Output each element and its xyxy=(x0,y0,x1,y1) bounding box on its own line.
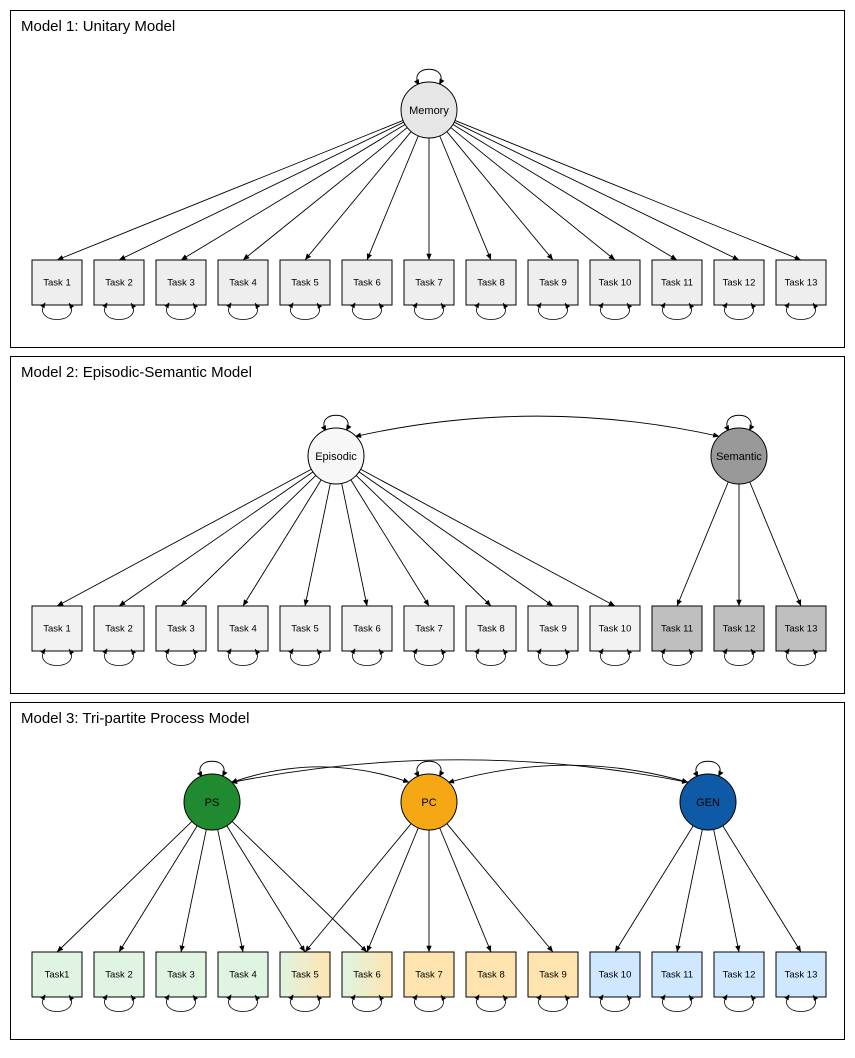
task-label: Task 9 xyxy=(539,624,566,635)
task-label: Task 10 xyxy=(599,278,632,289)
task-label: Task1 xyxy=(45,970,70,981)
task-label: Task 3 xyxy=(167,624,194,635)
task-label: Task 8 xyxy=(477,278,504,289)
task-label: Task 4 xyxy=(229,970,256,981)
task-label: Task 12 xyxy=(723,624,756,635)
model-panel: Model 3: Tri-partite Process Model PS PC GE… xyxy=(10,702,845,1040)
task-label: Task 8 xyxy=(477,624,504,635)
panel-title: Model 3: Tri-partite Process Model xyxy=(21,710,836,727)
task-label: Task 6 xyxy=(353,278,380,289)
task-label: Task 7 xyxy=(415,970,442,981)
task-label: Task 9 xyxy=(539,278,566,289)
task-label: Task 10 xyxy=(599,624,632,635)
task-label: Task 12 xyxy=(723,278,756,289)
model-svg: Episodic Semantic Task 1 Task 2 Task 3 Task 4… xyxy=(19,386,839,681)
task-label: Task 3 xyxy=(167,278,194,289)
task-label: Task 9 xyxy=(539,970,566,981)
task-label: Task 5 xyxy=(291,970,318,981)
task-label: Task 10 xyxy=(599,970,632,981)
task-label: Task 12 xyxy=(723,970,756,981)
panel-title: Model 2: Episodic-Semantic Model xyxy=(21,364,836,381)
task-label: Task 7 xyxy=(415,624,442,635)
task-label: Task 5 xyxy=(291,624,318,635)
task-label: Task 1 xyxy=(43,624,70,635)
factor-label: PS xyxy=(205,797,220,809)
task-label: Task 13 xyxy=(785,970,818,981)
task-label: Task 1 xyxy=(43,278,70,289)
task-label: Task 6 xyxy=(353,624,380,635)
model-panel: Model 2: Episodic-Semantic Model Episodic… xyxy=(10,356,845,694)
task-label: Task 5 xyxy=(291,278,318,289)
model-svg: Memory Task 1 Task 2 Task 3 Task 4 Task 5 Task… xyxy=(19,40,839,335)
factor-label: Memory xyxy=(409,105,449,117)
factor-label: Semantic xyxy=(716,451,762,463)
model-svg: PS PC GEN Task1 Task 2 Task 3 Task 4 Task 5 Task… xyxy=(19,732,839,1027)
factor-label: Episodic xyxy=(315,451,357,463)
task-label: Task 4 xyxy=(229,624,256,635)
panel-title: Model 1: Unitary Model xyxy=(21,18,836,35)
task-label: Task 2 xyxy=(105,278,132,289)
task-label: Task 4 xyxy=(229,278,256,289)
task-label: Task 11 xyxy=(661,624,693,635)
task-label: Task 2 xyxy=(105,624,132,635)
model-panel: Model 1: Unitary Model Memory Task 1 Task 2… xyxy=(10,10,845,348)
task-label: Task 13 xyxy=(785,624,818,635)
task-label: Task 11 xyxy=(661,278,693,289)
task-label: Task 8 xyxy=(477,970,504,981)
task-label: Task 6 xyxy=(353,970,380,981)
task-label: Task 3 xyxy=(167,970,194,981)
factor-label: PC xyxy=(421,797,436,809)
task-label: Task 13 xyxy=(785,278,818,289)
task-label: Task 11 xyxy=(661,970,693,981)
task-label: Task 7 xyxy=(415,278,442,289)
factor-label: GEN xyxy=(696,797,720,809)
task-label: Task 2 xyxy=(105,970,132,981)
